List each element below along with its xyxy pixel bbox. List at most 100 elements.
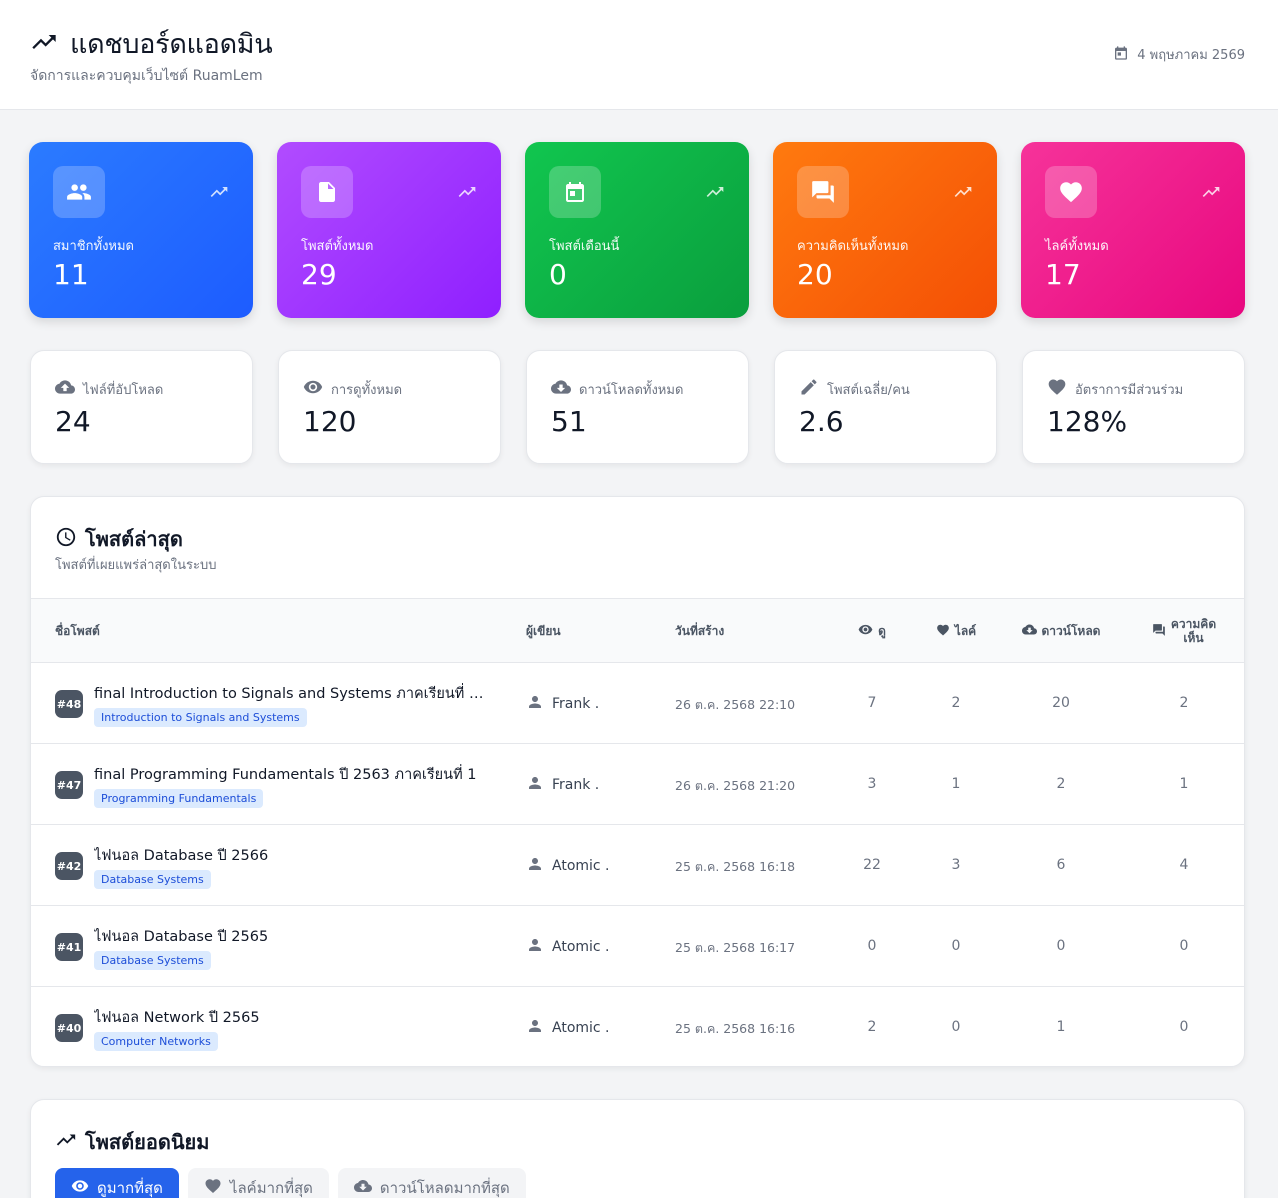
category-tag[interactable]: Introduction to Signals and Systems [94,708,307,727]
document-icon [301,166,353,218]
trending-icon [953,182,973,206]
cloud-upload-icon [55,377,75,401]
table-row[interactable]: #42 ไฟนอล Database ปี 2566 Database Syst… [31,824,1244,905]
table-row[interactable]: #41 ไฟนอล Database ปี 2565 Database Syst… [31,905,1244,986]
author-name: Atomic . [552,1020,610,1036]
author-name: Atomic . [552,939,610,955]
stat-value: 0 [549,258,567,291]
views-count: 3 [867,776,877,792]
popular-posts-panel: โพสต์ยอดนิยม ดูมากที่สุด ไลค์มากที่สุด ด… [30,1099,1245,1198]
comments-count: 0 [1179,1019,1189,1035]
eye-icon [303,377,323,401]
col-likes[interactable]: ไลค์ [916,599,996,663]
tab-label: ดูมากที่สุด [97,1179,163,1197]
stat-label: สมาชิกทั้งหมด [53,239,134,254]
mini-value: 2.6 [799,405,844,438]
recent-posts-panel: โพสต์ล่าสุด โพสต์ที่เผยแพร่ล่าสุดในระบบ … [30,496,1245,1067]
category-tag[interactable]: Programming Fundamentals [94,789,264,808]
table-row[interactable]: #40 ไฟนอล Network ปี 2565 Computer Netwo… [31,986,1244,1066]
mini-card-downloads: ดาวน์โหลดทั้งหมด 51 [526,350,749,464]
author-cell: Atomic . [526,936,610,958]
stat-card-posts[interactable]: โพสต์ทั้งหมด 29 [277,142,501,318]
tab-label: ดาวน์โหลดมากที่สุด [379,1179,510,1197]
tab-most-liked[interactable]: ไลค์มากที่สุด [187,1168,329,1198]
cloud-download-icon [551,377,571,401]
stat-card-members[interactable]: สมาชิกทั้งหมด 11 [29,142,253,318]
post-title-link[interactable]: final Introduction to Signals and System… [94,682,484,705]
clock-icon [55,526,77,552]
comments-count: 1 [1179,776,1189,792]
stat-card-likes[interactable]: ไลค์ทั้งหมด 17 [1021,142,1245,318]
downloads-count: 0 [1056,938,1066,954]
created-date: 25 ต.ค. 2568 16:18 [675,859,796,874]
page-subtitle: จัดการและควบคุมเว็บไซต์ RuamLem [30,68,263,84]
heart-icon [204,1177,222,1198]
stat-card-comments[interactable]: ความคิดเห็นทั้งหมด 20 [773,142,997,318]
stat-label: ความคิดเห็นทั้งหมด [797,239,909,254]
table-row[interactable]: #47 final Programming Fundamentals ปี 25… [31,743,1244,824]
col-created[interactable]: วันที่สร้าง [675,599,724,663]
downloads-count: 6 [1056,857,1066,873]
table-row[interactable]: #48 final Introduction to Signals and Sy… [31,662,1244,743]
post-id-badge: #48 [55,690,83,718]
comments-count: 2 [1179,695,1189,711]
heart-icon [1045,166,1097,218]
mini-label: โพสต์เฉลี่ย/คน [827,382,910,398]
downloads-count: 1 [1056,1019,1066,1035]
post-title-link[interactable]: ไฟนอล Database ปี 2565 [94,925,484,948]
author-name: Frank . [552,777,600,793]
post-title-link[interactable]: ไฟนอล Network ปี 2565 [94,1006,484,1029]
stat-value: 20 [797,258,833,291]
col-views[interactable]: ดู [832,599,912,663]
col-comments[interactable]: ความคิดเห็น [1139,599,1229,663]
col-author[interactable]: ผู้เขียน [526,599,561,663]
person-icon [526,855,544,877]
person-icon [526,936,544,958]
popular-tabs: ดูมากที่สุด ไลค์มากที่สุด ดาวน์โหลดมากที… [55,1168,526,1198]
title-row: แดชบอร์ดแอดมิน [30,22,273,65]
table-header: ชื่อโพสต์ ผู้เขียน วันที่สร้าง ดู ไลค์ ด… [31,598,1244,662]
mini-value: 24 [55,405,91,438]
col-downloads[interactable]: ดาวน์โหลด [1011,599,1111,663]
likes-count: 3 [951,857,961,873]
panel-title: โพสต์ล่าสุด [85,527,183,551]
author-cell: Frank . [526,774,599,796]
category-tag[interactable]: Database Systems [94,951,211,970]
post-title-link[interactable]: final Programming Fundamentals ปี 2563 ภ… [94,763,484,786]
category-tag[interactable]: Computer Networks [94,1032,218,1051]
tab-most-downloaded[interactable]: ดาวน์โหลดมากที่สุด [337,1168,526,1198]
mini-card-avg-posts: โพสต์เฉลี่ย/คน 2.6 [774,350,997,464]
post-id-badge: #47 [55,771,83,799]
date-text: 4 พฤษภาคม 2569 [1137,48,1245,63]
tab-most-viewed[interactable]: ดูมากที่สุด [55,1168,179,1198]
stat-value: 29 [301,258,337,291]
mini-label: ดาวน์โหลดทั้งหมด [579,382,684,398]
mini-value: 120 [303,405,357,438]
downloads-count: 2 [1056,776,1066,792]
col-post[interactable]: ชื่อโพสต์ [55,599,100,663]
panel-title: โพสต์ยอดนิยม [85,1130,210,1154]
stat-value: 17 [1045,258,1081,291]
stat-label: โพสต์เดือนนี้ [549,239,620,254]
eye-icon [71,1177,89,1198]
views-count: 0 [867,938,877,954]
heart-icon [936,623,950,640]
author-cell: Atomic . [526,1017,610,1039]
stat-label: โพสต์ทั้งหมด [301,239,374,254]
calendar-icon [549,166,601,218]
post-title-link[interactable]: ไฟนอล Database ปี 2566 [94,844,484,867]
mini-label: การดูทั้งหมด [331,382,403,398]
views-count: 2 [867,1019,877,1035]
stat-card-posts-month[interactable]: โพสต์เดือนนี้ 0 [525,142,749,318]
mini-card-engagement: อัตราการมีส่วนร่วม 128% [1022,350,1245,464]
eye-icon [858,622,873,640]
created-date: 25 ต.ค. 2568 16:16 [675,1021,796,1036]
mini-card-views: การดูทั้งหมด 120 [278,350,501,464]
person-icon [526,693,544,715]
category-tag[interactable]: Database Systems [94,870,211,889]
author-name: Frank . [552,696,600,712]
author-cell: Atomic . [526,855,610,877]
stat-value: 11 [53,258,89,291]
comments-count: 0 [1179,938,1189,954]
page-header: แดชบอร์ดแอดมิน จัดการและควบคุมเว็บไซต์ R… [0,0,1278,110]
